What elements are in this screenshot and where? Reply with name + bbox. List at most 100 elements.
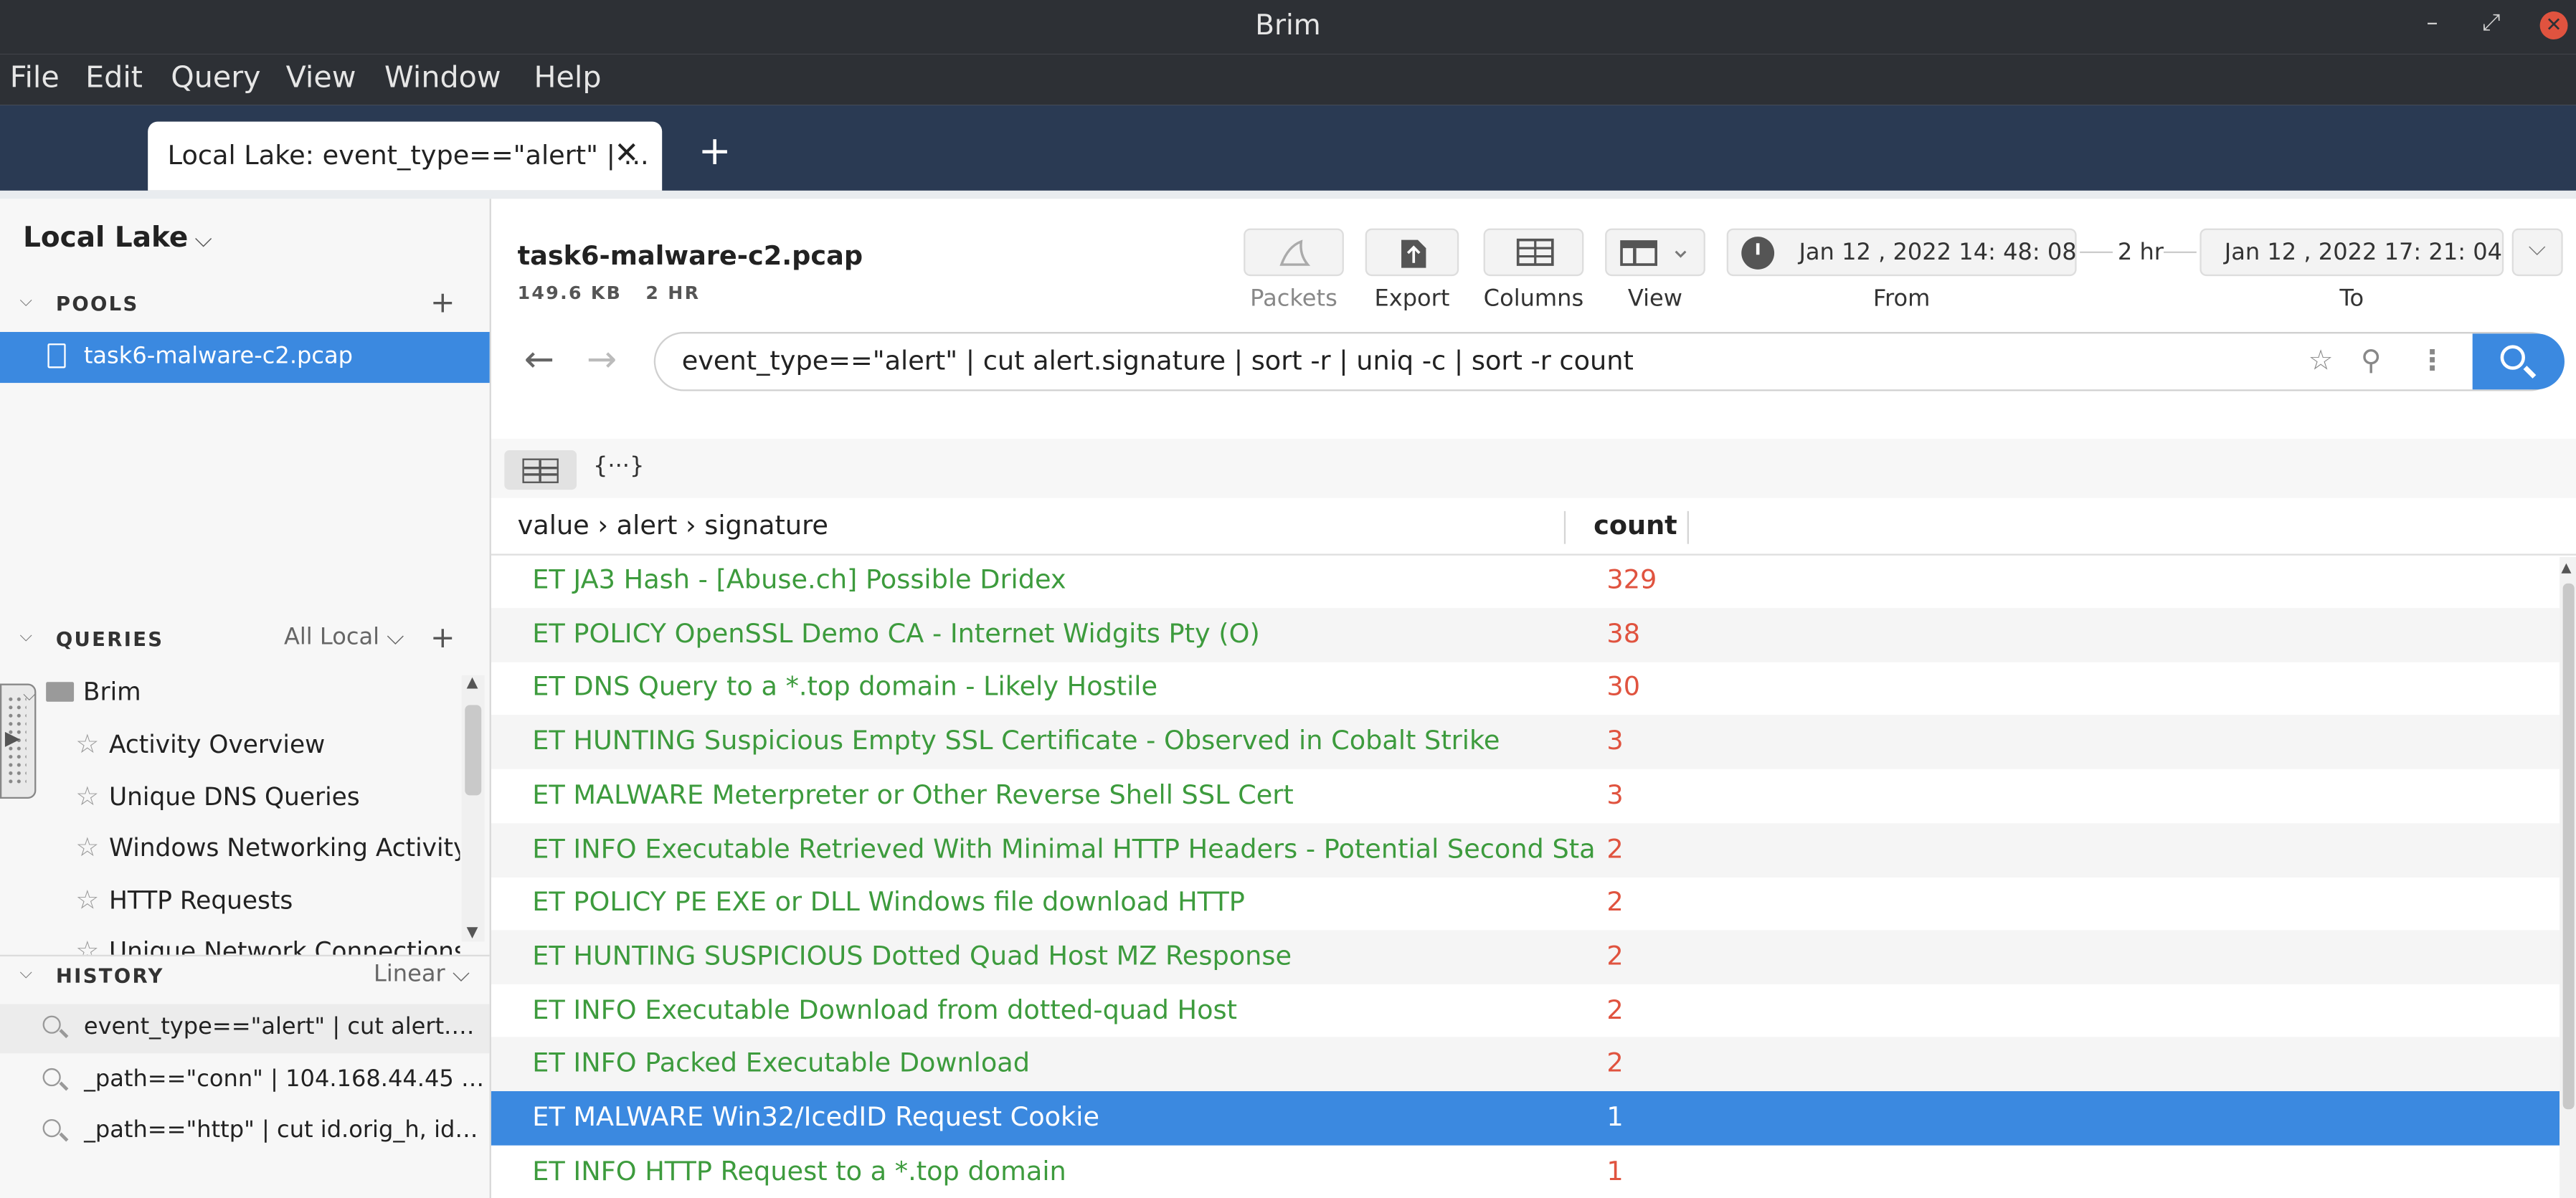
results-scrollbar[interactable]: ▲ [2560,557,2576,1198]
table-row[interactable]: ET POLICY OpenSSL Demo CA - Internet Wid… [491,607,2560,662]
column-divider[interactable] [1687,510,1689,544]
table-row[interactable]: ET HUNTING Suspicious Empty SSL Certific… [491,715,2560,769]
star-icon[interactable]: ☆ [75,728,99,759]
star-icon[interactable]: ☆ [75,781,99,812]
menu-view[interactable]: View [286,61,356,95]
queries-scrollbar[interactable]: ▲ ▼ [461,675,485,942]
columns-button[interactable] [1483,228,1584,277]
star-icon[interactable]: ☆ [2309,345,2334,378]
table-row[interactable]: ET MALWARE Meterpreter or Other Reverse … [491,769,2560,823]
query-item[interactable]: ☆ Unique Network Connections [75,935,460,955]
json-view-tab[interactable]: {···} [593,454,644,493]
file-duration: 2 HR [645,282,701,305]
column-header-count[interactable]: count [1594,510,1677,541]
packets-button[interactable] [1244,228,1344,277]
signature-cell[interactable]: ET INFO Executable Download from dotted-… [532,994,1594,1025]
table-row[interactable]: ET DNS Query to a *.top domain - Likely … [491,661,2560,716]
forward-arrow-icon[interactable]: → [587,340,617,381]
table-row[interactable]: ET JA3 Hash - [Abuse.ch] Possible Dridex… [491,553,2560,608]
query-folder-brim[interactable]: ⌵ Brim [23,677,141,706]
count-cell[interactable]: 2 [1606,1047,1623,1079]
scroll-down-icon[interactable]: ▼ [467,925,478,941]
table-row[interactable]: ET INFO Executable Download from dotted-… [491,984,2560,1038]
history-mode-dropdown[interactable]: Linear ⌵ [374,961,470,988]
history-item[interactable]: _path=="http" | cut id.orig_h, id.res... [0,1108,490,1157]
count-cell[interactable]: 1 [1606,1101,1623,1133]
column-header-signature[interactable]: value › alert › signature [518,510,828,541]
query-text[interactable]: event_type=="alert" | cut alert.signatur… [682,345,1634,376]
query-item[interactable]: ☆ Windows Networking Activity [75,832,460,863]
query-item[interactable]: ☆ Activity Overview [75,728,325,759]
to-date-picker[interactable]: Jan 12 , 2022 17: 21: 04 [2199,228,2504,277]
query-item[interactable]: ☆ Unique DNS Queries [75,781,359,812]
scroll-thumb[interactable] [465,705,482,796]
menu-edit[interactable]: Edit [85,61,143,95]
menu-help[interactable]: Help [534,61,602,95]
pin-icon[interactable]: ⚲ [2361,345,2382,378]
count-cell[interactable]: 3 [1606,779,1623,810]
export-button[interactable] [1365,228,1459,277]
close-window-icon[interactable]: ✕ [2539,11,2568,40]
from-date-picker[interactable]: Jan 12 , 2022 14: 48: 08 [1726,228,2077,277]
signature-cell[interactable]: ET HUNTING Suspicious Empty SSL Certific… [532,725,1594,756]
collapse-caret-icon[interactable]: ⌵ [19,965,34,983]
window-title: Brim [1255,9,1321,43]
signature-cell[interactable]: ET INFO HTTP Request to a *.top domain [532,1155,1594,1187]
signature-cell[interactable]: ET POLICY OpenSSL Demo CA - Internet Wid… [532,617,1594,649]
clock-icon [1741,237,1775,270]
scroll-up-icon[interactable]: ▲ [2561,561,2571,576]
count-cell[interactable]: 3 [1606,725,1623,756]
menu-file[interactable]: File [10,61,60,95]
count-cell[interactable]: 38 [1606,617,1640,649]
star-icon[interactable]: ☆ [75,884,99,916]
folder-caret-icon[interactable]: ⌵ [23,687,35,705]
table-row[interactable]: ET INFO Packed Executable Download 2 [491,1037,2560,1092]
signature-cell[interactable]: ET JA3 Hash - [Abuse.ch] Possible Dridex [532,564,1594,595]
table-view-tab[interactable] [504,450,577,490]
column-divider[interactable] [1563,510,1566,544]
history-item[interactable]: _path=="conn" | 104.168.44.45 | 443... [0,1057,490,1106]
table-row[interactable]: ET INFO Executable Retrieved With Minima… [491,822,2560,877]
signature-cell[interactable]: ET DNS Query to a *.top domain - Likely … [532,671,1594,703]
query-label: Activity Overview [108,729,326,759]
history-section-header[interactable]: ⌵ HISTORY Linear ⌵ [0,954,490,999]
scroll-thumb[interactable] [2562,583,2575,1110]
count-cell[interactable]: 329 [1606,564,1657,595]
history-item[interactable]: event_type=="alert" | cut alert.sign... [0,1004,490,1054]
query-item[interactable]: ☆ HTTP Requests [75,884,293,916]
table-row[interactable]: ET POLICY PE EXE or DLL Windows file dow… [491,876,2560,931]
tab-close-icon[interactable]: ✕ [615,136,640,171]
count-cell[interactable]: 1 [1606,1155,1623,1187]
count-cell[interactable]: 2 [1606,832,1623,864]
count-cell[interactable]: 2 [1606,994,1623,1025]
search-icon [42,1015,61,1034]
tab-local-lake[interactable]: Local Lake: event_type=="alert" | ... ✕ [148,121,663,191]
minimize-icon[interactable]: – [2427,10,2438,37]
search-button[interactable] [2472,333,2565,390]
scroll-up-icon[interactable]: ▲ [467,675,478,692]
star-icon[interactable]: ☆ [75,935,99,955]
count-cell[interactable]: 2 [1606,886,1623,918]
count-cell[interactable]: 2 [1606,940,1623,971]
more-menu-icon[interactable]: ⋮ [2418,345,2446,378]
table-row[interactable]: ET INFO HTTP Request to a *.top domain 1 [491,1145,2560,1198]
range-menu-button[interactable]: ⌵ [2511,228,2563,277]
shark-fin-icon [1279,239,1311,266]
table-row[interactable]: ET HUNTING SUSPICIOUS Dotted Quad Host M… [491,930,2560,984]
signature-cell[interactable]: ET POLICY PE EXE or DLL Windows file dow… [532,886,1594,918]
count-cell[interactable]: 30 [1606,671,1640,703]
view-button[interactable] [1605,228,1705,277]
back-arrow-icon[interactable]: ← [524,340,554,381]
query-bar[interactable]: event_type=="alert" | cut alert.signatur… [653,332,2560,391]
signature-cell[interactable]: ET INFO Executable Retrieved With Minima… [532,832,1594,864]
restore-icon[interactable]: ⤢ [2482,10,2501,37]
signature-cell[interactable]: ET HUNTING SUSPICIOUS Dotted Quad Host M… [532,940,1594,971]
new-tab-button[interactable]: + [699,128,731,174]
menu-window[interactable]: Window [384,61,501,95]
table-row-selected[interactable]: ET MALWARE Win32/IcedID Request Cookie 1 [491,1091,2560,1146]
signature-cell[interactable]: ET INFO Packed Executable Download [532,1047,1594,1079]
menu-query[interactable]: Query [171,61,260,95]
signature-cell[interactable]: ET MALWARE Win32/IcedID Request Cookie [532,1101,1594,1133]
signature-cell[interactable]: ET MALWARE Meterpreter or Other Reverse … [532,779,1594,810]
star-icon[interactable]: ☆ [75,832,99,863]
